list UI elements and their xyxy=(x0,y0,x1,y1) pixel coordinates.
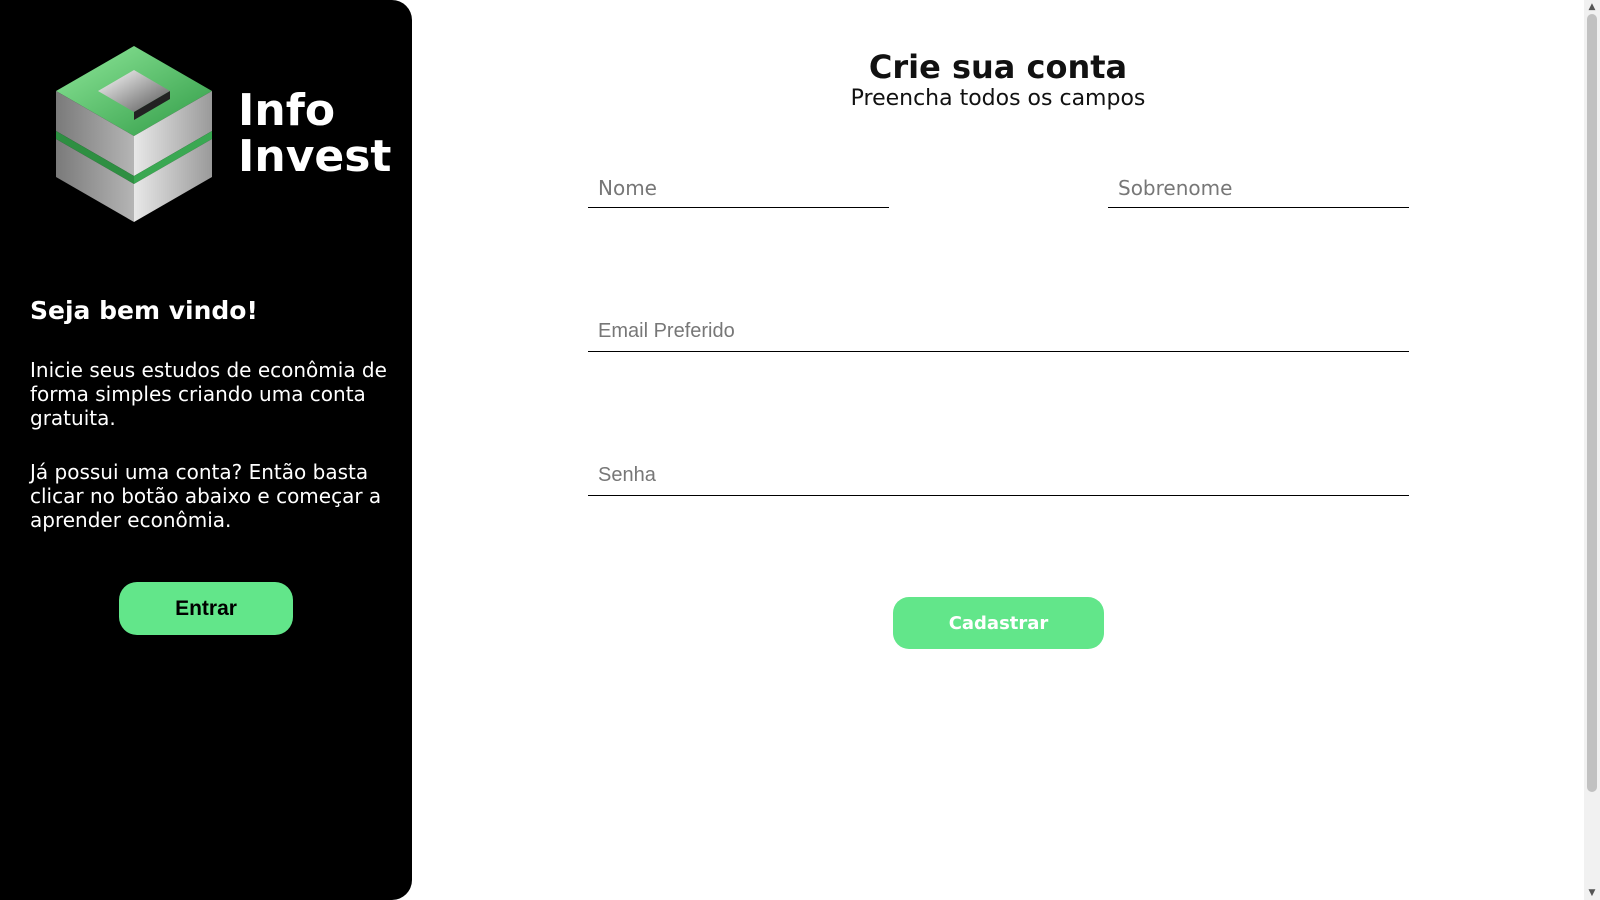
enter-button[interactable]: Entrar xyxy=(119,582,293,635)
scroll-up-arrow-icon[interactable]: ▲ xyxy=(1584,0,1600,14)
signup-form: Crie sua conta Preencha todos os campos … xyxy=(412,0,1584,900)
cube-logo-icon xyxy=(56,46,212,222)
form-title: Crie sua conta xyxy=(868,48,1128,86)
login-prompt-text: Já possui uma conta? Então basta clicar … xyxy=(30,460,382,532)
signup-page: Info Invest Seja bem vindo! Inicie seus … xyxy=(0,0,1600,900)
sidebar: Info Invest Seja bem vindo! Inicie seus … xyxy=(0,0,412,900)
welcome-title: Seja bem vindo! xyxy=(30,296,258,325)
scroll-down-arrow-icon[interactable]: ▼ xyxy=(1584,886,1600,900)
password-field[interactable] xyxy=(588,456,1409,496)
name-field[interactable] xyxy=(588,168,889,208)
scrollbar-thumb[interactable] xyxy=(1587,14,1597,792)
form-subtitle: Preencha todos os campos xyxy=(850,86,1146,111)
surname-field[interactable] xyxy=(1108,168,1409,208)
intro-text: Inicie seus estudos de econômia de forma… xyxy=(30,358,387,430)
brand-line-1: Info xyxy=(238,85,336,136)
brand-name: Info Invest xyxy=(238,88,391,180)
register-button[interactable]: Cadastrar xyxy=(893,597,1104,649)
brand-line-2: Invest xyxy=(238,131,392,182)
email-field[interactable] xyxy=(588,312,1409,352)
vertical-scrollbar[interactable]: ▲ ▼ xyxy=(1584,0,1600,900)
